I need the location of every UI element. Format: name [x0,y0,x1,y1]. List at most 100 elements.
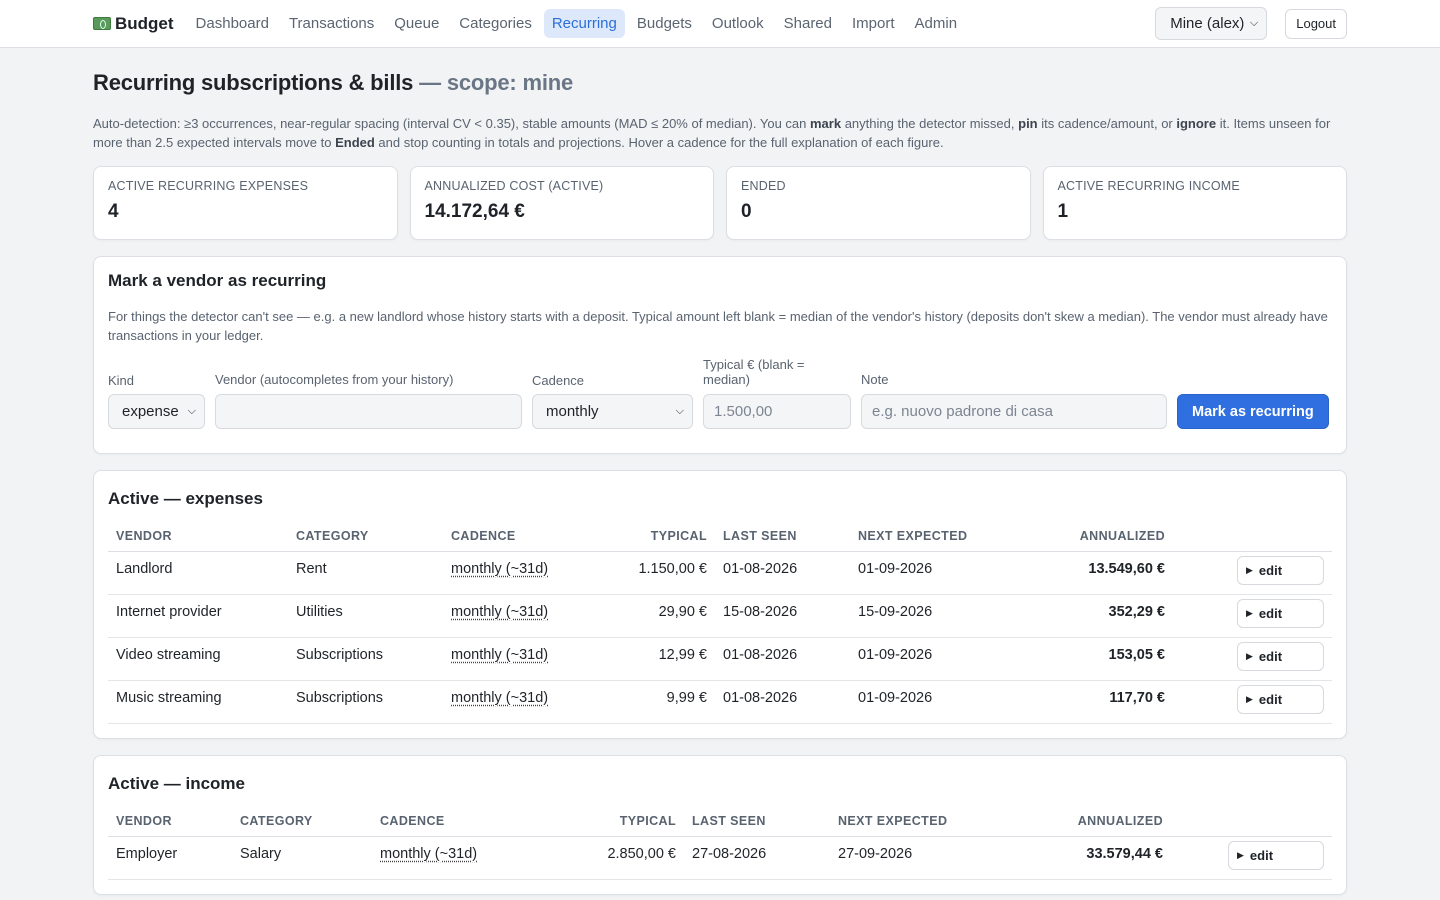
annualized-cell: 153,05 € [980,637,1173,681]
chevron-down-icon: ⌵ [1249,17,1259,29]
column-header[interactable]: NEXT EXPECTED [850,529,980,552]
cadence-tooltip[interactable]: monthly (~31d) [451,561,548,577]
cadence-select-value: monthly [546,403,599,420]
annualized-cell: 117,70 € [980,680,1173,724]
table-row: Music streaming Subscriptions monthly (~… [108,680,1332,724]
mark-recurring-description: For things the detector can't see — e.g.… [108,309,1328,343]
cadence-cell: monthly (~31d) [443,680,573,724]
edit-cell: ▶ edit [1173,680,1332,724]
nav-link-dashboard[interactable]: Dashboard [188,9,277,38]
triangle-right-icon: ▶ [1246,694,1253,704]
cadence-select[interactable]: monthly ⌵ [532,394,693,429]
column-header[interactable]: CATEGORY [288,529,443,552]
edit-cell: ▶ edit [1173,637,1332,681]
typical-input[interactable]: 1.500,00 [703,394,851,429]
nav-link-transactions[interactable]: Transactions [281,9,382,38]
nav-link-shared[interactable]: Shared [776,9,840,38]
column-header[interactable]: ANNUALIZED [960,814,1171,837]
column-header-actions [1171,814,1332,837]
column-header[interactable]: NEXT EXPECTED [830,814,960,837]
column-header[interactable]: CADENCE [372,814,502,837]
intro-part: and stop counting in totals and projecti… [374,135,944,150]
cadence-tooltip[interactable]: monthly (~31d) [451,690,548,706]
stat-value: 1 [1057,201,1069,222]
column-header[interactable]: LAST SEEN [684,814,830,837]
nav-right: Mine (alex) ⌵ Logout [1155,7,1347,40]
column-header[interactable]: CADENCE [443,529,573,552]
page-title-text: Recurring subscriptions & bills [93,70,414,95]
triangle-right-icon: ▶ [1246,651,1253,661]
edit-button[interactable]: ▶ edit [1237,642,1324,671]
cadence-field: Cadence monthly ⌵ [532,373,693,429]
note-input[interactable]: e.g. nuovo padrone di casa [861,394,1167,429]
kind-field: Kind expense ⌵ [108,373,205,429]
table-row: Internet provider Utilities monthly (~31… [108,594,1332,638]
kind-select[interactable]: expense ⌵ [108,394,205,429]
cadence-tooltip[interactable]: monthly (~31d) [451,604,548,620]
stat-value: 4 [108,201,119,222]
nav-link-categories[interactable]: Categories [451,9,540,38]
column-header[interactable]: ANNUALIZED [980,529,1173,552]
edit-label: edit [1249,848,1274,863]
nav-link-admin[interactable]: Admin [907,9,966,38]
stat-active-expenses: ACTIVE RECURRING EXPENSES 4 [93,166,398,240]
last-seen-cell: 01-08-2026 [715,680,850,724]
column-header[interactable]: LAST SEEN [715,529,850,552]
note-label: Note [861,372,889,387]
intro-bold: Ended [335,135,375,150]
chevron-down-icon: ⌵ [187,405,196,417]
edit-label: edit [1258,649,1283,664]
nav-link-queue[interactable]: Queue [386,9,447,38]
nav-link-recurring[interactable]: Recurring [543,9,625,38]
page-scope-label: — scope: mine [419,70,574,95]
money-icon [93,17,111,30]
column-header[interactable]: TYPICAL [573,529,715,552]
column-header[interactable]: CATEGORY [232,814,372,837]
stat-label: ENDED [741,179,786,193]
cadence-cell: monthly (~31d) [443,637,573,681]
edit-button[interactable]: ▶ edit [1228,841,1324,870]
category-cell: Subscriptions [288,637,443,681]
vendor-cell: Employer [108,836,232,880]
brand[interactable]: Budget [93,14,174,34]
intro-part: its cadence/amount, or [1037,116,1177,131]
nav-links: Dashboard Transactions Queue Categories … [188,9,966,38]
column-header[interactable]: TYPICAL [502,814,684,837]
stat-ended: ENDED 0 [726,166,1031,240]
vendor-input[interactable] [215,394,522,429]
kind-select-value: expense [122,403,179,420]
nav-link-import[interactable]: Import [844,9,903,38]
typical-cell: 29,90 € [573,594,715,638]
edit-cell: ▶ edit [1173,551,1332,595]
stat-label: ACTIVE RECURRING INCOME [1057,179,1240,193]
column-header[interactable]: VENDOR [108,529,288,552]
nav-link-budgets[interactable]: Budgets [629,9,700,38]
column-header[interactable]: VENDOR [108,814,232,837]
scope-select[interactable]: Mine (alex) ⌵ [1155,7,1268,40]
logout-button[interactable]: Logout [1285,8,1347,39]
stat-label: ANNUALIZED COST (ACTIVE) [424,179,604,193]
nav-link-outlook[interactable]: Outlook [704,9,772,38]
table-row: Employer Salary monthly (~31d) 2.850,00 … [108,836,1332,880]
edit-button[interactable]: ▶ edit [1237,556,1324,585]
mark-as-recurring-button[interactable]: Mark as recurring [1177,394,1329,429]
typical-label: Typical € (blank = median) [703,357,805,387]
vendor-cell: Internet provider [108,594,288,638]
table-header: VENDOR CATEGORY CADENCE TYPICAL LAST SEE… [108,529,1332,552]
edit-button[interactable]: ▶ edit [1237,685,1324,714]
mark-recurring-card: Mark a vendor as recurring For things th… [93,256,1347,454]
intro-bold: pin [1018,116,1038,131]
edit-button[interactable]: ▶ edit [1237,599,1324,628]
scope-select-value: Mine (alex) [1170,15,1245,32]
edit-label: edit [1258,563,1283,578]
stats-row: ACTIVE RECURRING EXPENSES 4 ANNUALIZED C… [93,166,1347,240]
last-seen-cell: 15-08-2026 [715,594,850,638]
category-cell: Utilities [288,594,443,638]
chevron-down-icon: ⌵ [675,405,684,417]
cadence-tooltip[interactable]: monthly (~31d) [380,846,477,862]
typical-cell: 12,99 € [573,637,715,681]
cadence-tooltip[interactable]: monthly (~31d) [451,647,548,663]
vendor-label: Vendor (autocompletes from your history) [215,372,454,387]
category-cell: Rent [288,551,443,595]
top-navbar: Budget Dashboard Transactions Queue Cate… [0,0,1440,48]
